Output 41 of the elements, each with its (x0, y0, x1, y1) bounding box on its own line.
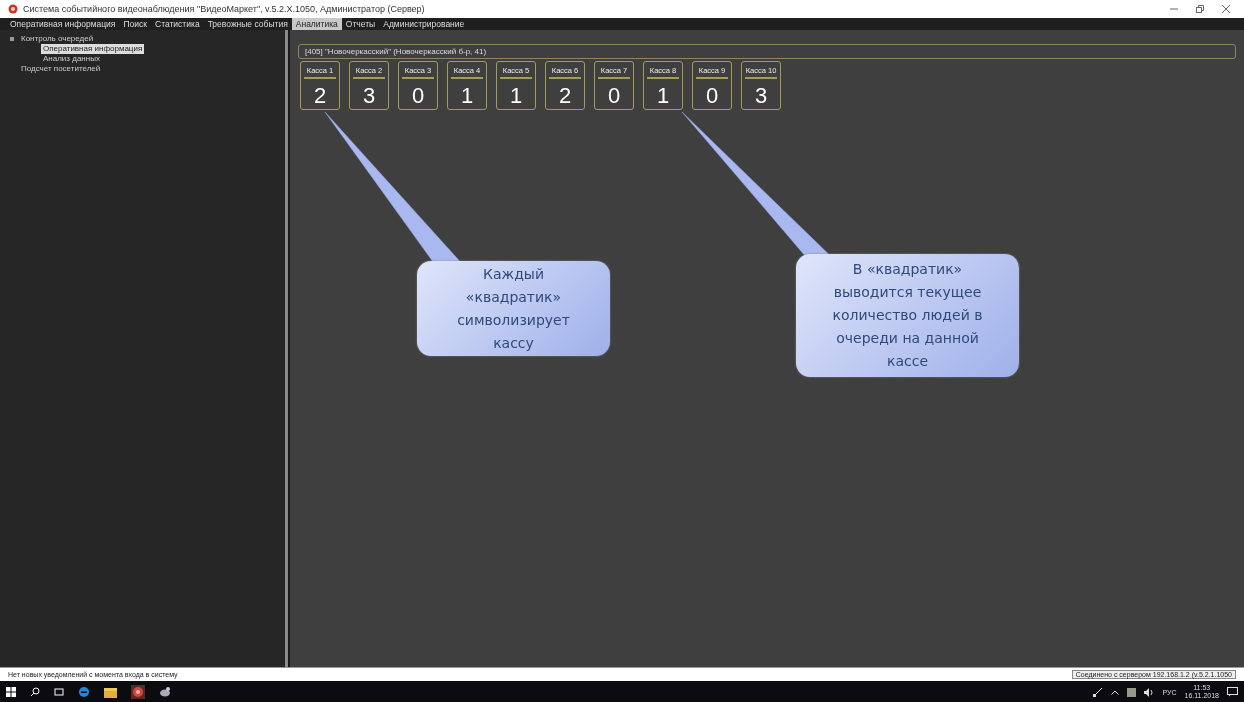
start-icon[interactable] (6, 687, 16, 697)
tree-item[interactable]: Подсчет посетителей (19, 64, 103, 74)
callout: В «квадратик» выводится текущее количество людей в очереди на данной кассе (796, 254, 1019, 377)
collapse-icon[interactable] (8, 36, 16, 42)
network-icon[interactable] (1093, 687, 1104, 697)
window-title: Система событийного видеонаблюдения "ВидеоМаркет", v.5.2.X.1050, Администратор (Сервер) (23, 4, 426, 14)
tree-item[interactable]: Анализ данных (41, 54, 102, 64)
menu-item[interactable]: Тревожные события (203, 18, 292, 30)
app-logo-icon[interactable] (131, 685, 145, 699)
queue-count: 2 (313, 82, 327, 110)
menu-item[interactable]: Отчеты (341, 18, 380, 30)
queue-count: 1 (509, 82, 523, 110)
notification-icon[interactable] (1227, 687, 1238, 697)
browser-icon[interactable] (78, 686, 90, 698)
app-logo-icon (8, 4, 18, 14)
queue-count: 3 (362, 82, 376, 110)
callout: Каждый «квадратик» символизирует кассу (417, 261, 610, 356)
menu-item[interactable]: Оперативная информация (6, 18, 120, 30)
queue-count: 3 (754, 82, 768, 110)
queue-count: 0 (411, 82, 425, 110)
menu-item[interactable]: Поиск (119, 18, 151, 30)
menu-item[interactable]: Администрирование (379, 18, 469, 30)
queue-count: 2 (558, 82, 572, 110)
folder-icon[interactable] (104, 686, 117, 698)
tree-item[interactable]: Контроль очередей (19, 34, 96, 44)
volume-icon[interactable] (1144, 687, 1155, 697)
search-icon[interactable] (30, 687, 40, 697)
queue-count: 0 (607, 82, 621, 110)
queue-count: 1 (656, 82, 670, 110)
task-view-icon[interactable] (54, 687, 64, 697)
tray-app-icon[interactable] (1127, 687, 1137, 697)
queue-count: 0 (705, 82, 719, 110)
queue-count: 1 (460, 82, 474, 110)
menu-item[interactable]: Статистика (151, 18, 204, 30)
store-title: [405] "Новочеркасский" (Новочеркасский б-р, 41) (298, 44, 1236, 59)
bird-icon[interactable] (159, 686, 171, 698)
tree-item[interactable]: Оперативная информация (41, 44, 145, 54)
menu-item[interactable]: Аналитика (291, 18, 342, 30)
restore-icon[interactable] (1196, 5, 1204, 13)
close-icon[interactable] (1222, 5, 1230, 13)
caret-icon[interactable] (1111, 689, 1120, 695)
